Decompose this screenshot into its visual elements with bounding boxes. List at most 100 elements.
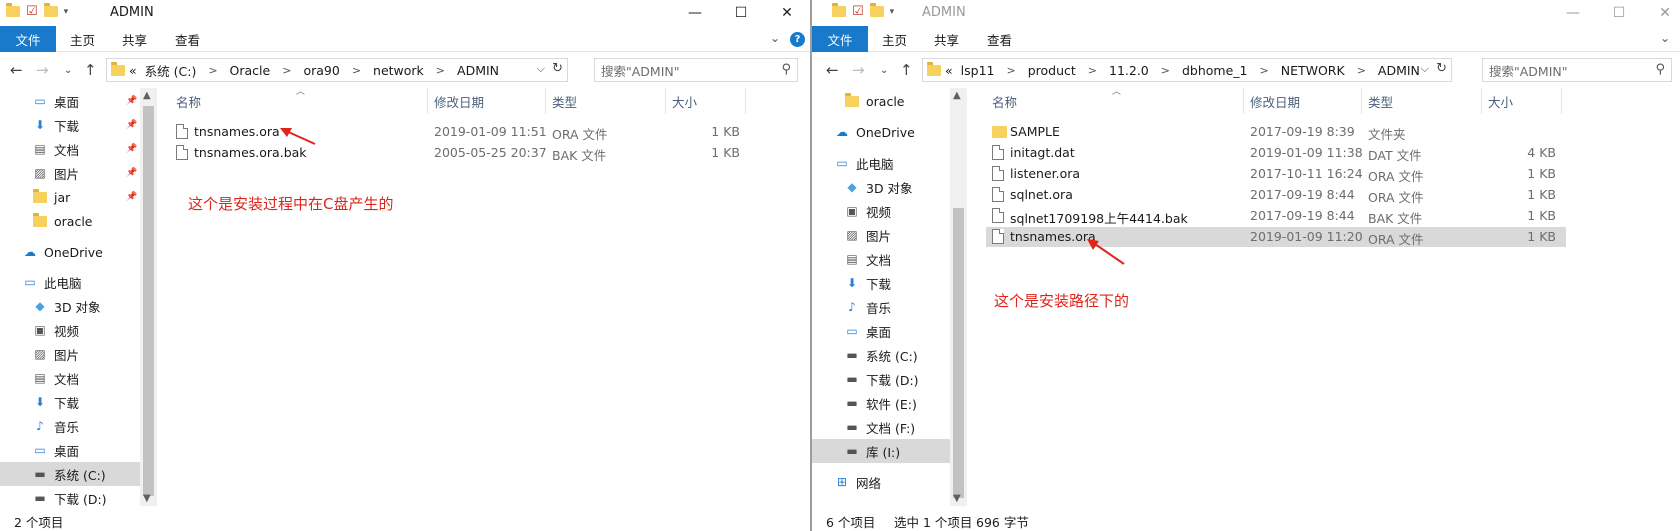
scrollbar-thumb[interactable]	[143, 106, 154, 496]
column-header-type[interactable]: 类型	[1362, 88, 1482, 114]
folder-icon[interactable]	[832, 3, 846, 17]
column-header-name[interactable]: 名称	[986, 88, 1244, 114]
column-header-date[interactable]: 修改日期	[1244, 88, 1362, 114]
nav-item[interactable]: ☁ OneDrive	[0, 240, 140, 264]
breadcrumb-item[interactable]: NETWORK	[1281, 63, 1345, 78]
recent-dropdown-icon[interactable]: ⌄	[880, 65, 888, 76]
chevron-down-icon[interactable]: ⌵	[537, 62, 545, 76]
nav-item[interactable]: ▬ 下载 (D:)	[812, 367, 950, 391]
column-header-size[interactable]: 大小	[1482, 88, 1562, 114]
nav-item[interactable]: ▤ 文档	[0, 366, 140, 390]
new-folder-icon[interactable]	[869, 3, 884, 17]
address-bar[interactable]: « 系统 (C:) > Oracle > ora90 > network > ADMIN…	[106, 58, 568, 82]
expand-ribbon-icon[interactable]: ⌄	[770, 31, 780, 45]
nav-item[interactable]: ♪ 音乐	[0, 414, 140, 438]
breadcrumb-overflow[interactable]: «	[129, 63, 137, 78]
file-row[interactable]: tnsnames.ora 2019-01-09 11:51 ORA 文件 1 KB	[170, 122, 750, 142]
column-header-date[interactable]: 修改日期	[428, 88, 546, 114]
tab-view[interactable]: 查看	[175, 30, 200, 49]
maximize-button[interactable]: ☐	[1596, 0, 1642, 26]
nav-item[interactable]: ▣ 视频	[812, 199, 950, 223]
tab-home[interactable]: 主页	[882, 30, 907, 49]
maximize-button[interactable]: ☐	[718, 0, 764, 26]
nav-item[interactable]: ▨ 图片 📌	[0, 161, 140, 185]
breadcrumb-item[interactable]: network	[373, 63, 424, 78]
chevron-right-icon[interactable]: >	[1088, 64, 1097, 77]
scroll-down-icon[interactable]: ▼	[143, 493, 151, 504]
column-header-type[interactable]: 类型	[546, 88, 666, 114]
nav-item[interactable]: ⊞ 网络	[812, 470, 950, 494]
help-icon[interactable]: ?	[790, 32, 805, 47]
tab-view[interactable]: 查看	[987, 30, 1012, 49]
breadcrumb-item[interactable]: lsp11	[961, 63, 995, 78]
customize-toolbar-icon[interactable]: ▾	[64, 7, 69, 17]
file-row[interactable]: sqlnet.ora 2017-09-19 8:44 ORA 文件 1 KB	[986, 185, 1566, 205]
nav-item[interactable]: ▭ 此电脑	[812, 151, 950, 175]
chevron-right-icon[interactable]: >	[1006, 64, 1015, 77]
nav-item[interactable]: ▭ 桌面 📌	[0, 89, 140, 113]
breadcrumb-item[interactable]: Oracle	[230, 63, 271, 78]
file-row[interactable]: tnsnames.ora 2019-01-09 11:20 ORA 文件 1 KB	[986, 227, 1566, 247]
nav-item[interactable]: ▬ 软件 (E:)	[812, 391, 950, 415]
nav-item[interactable]: ▭ 此电脑	[0, 270, 140, 294]
breadcrumb-item[interactable]: ora90	[303, 63, 339, 78]
back-button[interactable]: ←	[826, 61, 839, 79]
nav-item[interactable]: ▬ 文档 (F:)	[812, 415, 950, 439]
nav-scrollbar[interactable]: ▲ ▼	[140, 88, 157, 506]
nav-item[interactable]: ▤ 文档	[812, 247, 950, 271]
recent-dropdown-icon[interactable]: ⌄	[64, 65, 72, 76]
nav-item[interactable]: ▨ 图片	[0, 342, 140, 366]
column-header-name[interactable]: 名称	[170, 88, 428, 114]
nav-item[interactable]: jar 📌	[0, 185, 140, 209]
nav-item[interactable]: ▬ 下载 (D:)	[0, 486, 140, 510]
nav-item[interactable]: ▣ 视频	[0, 318, 140, 342]
nav-item[interactable]: ▭ 桌面	[812, 319, 950, 343]
up-button[interactable]: ↑	[84, 61, 97, 79]
back-button[interactable]: ←	[10, 61, 23, 79]
tab-share[interactable]: 共享	[122, 30, 147, 49]
file-row[interactable]: SAMPLE 2017-09-19 8:39 文件夹	[986, 122, 1566, 142]
scrollbar-thumb[interactable]	[953, 208, 964, 498]
nav-item[interactable]: ▬ 系统 (C:)	[812, 343, 950, 367]
nav-item[interactable]: ▨ 图片	[812, 223, 950, 247]
customize-toolbar-icon[interactable]: ▾	[890, 7, 895, 17]
column-header-size[interactable]: 大小	[666, 88, 746, 114]
forward-button[interactable]: →	[852, 61, 865, 79]
search-icon[interactable]: ⚲	[781, 62, 791, 77]
file-row[interactable]: tnsnames.ora.bak 2005-05-25 20:37 BAK 文件 1 …	[170, 143, 750, 163]
refresh-icon[interactable]: ↻	[552, 61, 563, 76]
file-row[interactable]: listener.ora 2017-10-11 16:24 ORA 文件 1 KB	[986, 164, 1566, 184]
nav-item[interactable]: ▭ 桌面	[0, 438, 140, 462]
nav-item[interactable]: ◆ 3D 对象	[812, 175, 950, 199]
search-input[interactable]: 搜索"ADMIN" ⚲	[1482, 58, 1672, 82]
nav-item[interactable]: ▬ 库 (I:)	[812, 439, 950, 463]
nav-item[interactable]: ◆ 3D 对象	[0, 294, 140, 318]
tab-file[interactable]: 文件	[812, 26, 868, 52]
chevron-right-icon[interactable]: >	[208, 64, 217, 77]
breadcrumb-overflow[interactable]: «	[945, 63, 953, 78]
minimize-button[interactable]: —	[672, 0, 718, 26]
address-bar[interactable]: « lsp11 > product > 11.2.0 > dbhome_1 > NETW…	[922, 58, 1452, 82]
new-folder-icon[interactable]	[43, 3, 58, 17]
properties-icon[interactable]: ☑	[26, 4, 38, 19]
nav-scrollbar[interactable]: ▲ ▼	[950, 88, 967, 506]
minimize-button[interactable]: —	[1550, 0, 1596, 26]
chevron-right-icon[interactable]: >	[436, 64, 445, 77]
breadcrumb-item[interactable]: 11.2.0	[1109, 63, 1149, 78]
properties-icon[interactable]: ☑	[852, 4, 864, 19]
nav-item[interactable]: oracle	[812, 89, 950, 113]
breadcrumb-item[interactable]: ADMIN	[1378, 63, 1420, 78]
scroll-down-icon[interactable]: ▼	[953, 493, 961, 504]
tab-share[interactable]: 共享	[934, 30, 959, 49]
scroll-up-icon[interactable]: ▲	[953, 90, 961, 101]
search-icon[interactable]: ⚲	[1655, 62, 1665, 77]
search-input[interactable]: 搜索"ADMIN" ⚲	[594, 58, 798, 82]
chevron-right-icon[interactable]: >	[1260, 64, 1269, 77]
tab-file[interactable]: 文件	[0, 26, 56, 52]
scroll-up-icon[interactable]: ▲	[143, 90, 151, 101]
file-row[interactable]: initagt.dat 2019-01-09 11:38 DAT 文件 4 KB	[986, 143, 1566, 163]
refresh-icon[interactable]: ↻	[1436, 61, 1447, 76]
nav-item[interactable]: ⬇ 下载 📌	[0, 113, 140, 137]
chevron-right-icon[interactable]: >	[282, 64, 291, 77]
nav-item[interactable]: oracle	[0, 209, 140, 233]
